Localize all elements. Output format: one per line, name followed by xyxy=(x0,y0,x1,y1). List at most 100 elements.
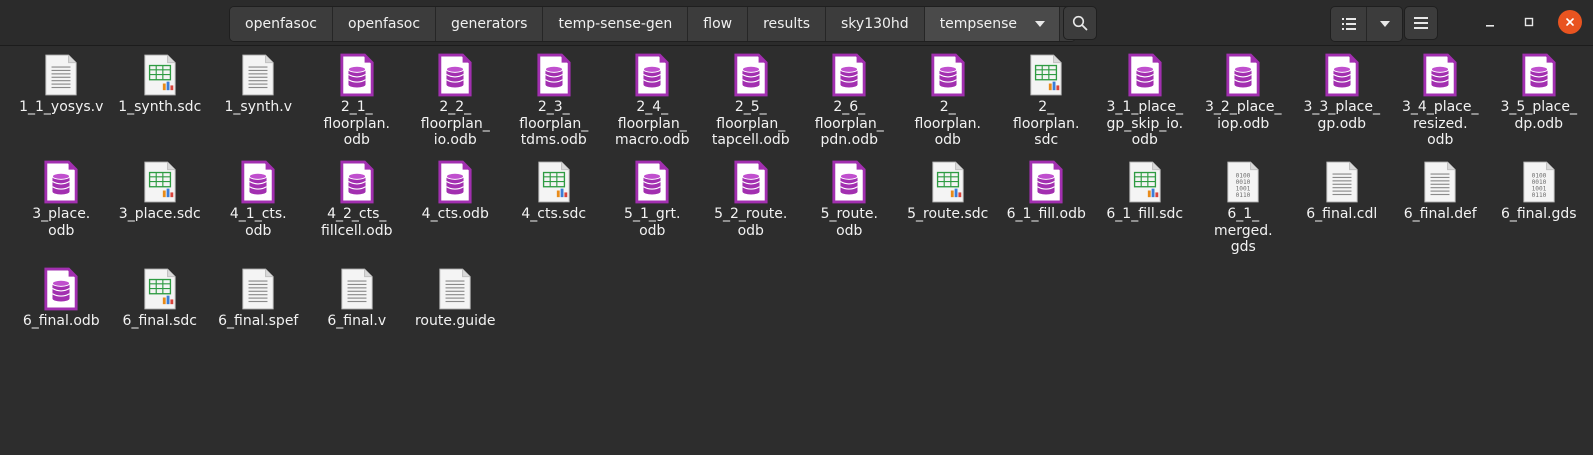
database-file-icon xyxy=(438,53,472,97)
file-icon-wrap xyxy=(142,53,178,97)
file-icon-wrap xyxy=(536,53,572,97)
file-item[interactable]: 0100 0010 1001 0110 6_final.gds xyxy=(1490,153,1589,260)
file-name-label: 4_1_cts. odb xyxy=(229,206,287,239)
file-item[interactable]: 6_final.sdc xyxy=(111,260,210,367)
minimize-button[interactable] xyxy=(1478,10,1502,34)
file-item[interactable]: route.guide xyxy=(406,260,505,367)
file-item[interactable]: 4_cts.odb xyxy=(406,153,505,260)
file-item[interactable]: 6_final.cdl xyxy=(1293,153,1392,260)
breadcrumb-item-results[interactable]: results xyxy=(748,7,827,41)
database-file-icon xyxy=(832,160,866,204)
list-view-button[interactable] xyxy=(1331,7,1366,41)
file-name-label: 6_1_ merged. gds xyxy=(1213,206,1273,255)
file-item[interactable]: 2_ floorplan. sdc xyxy=(997,46,1096,153)
file-icon-wrap xyxy=(240,267,276,311)
file-name-label: 2_2_ floorplan_ io.odb xyxy=(420,99,490,148)
maximize-button[interactable] xyxy=(1517,10,1541,34)
file-icon-wrap xyxy=(1422,53,1458,97)
spreadsheet-file-icon xyxy=(144,268,176,310)
breadcrumb-item-generators[interactable]: generators xyxy=(436,7,544,41)
menu-button[interactable] xyxy=(1404,6,1438,40)
breadcrumb: openfasoc openfasoc generators temp-sens… xyxy=(229,6,1077,42)
file-item[interactable]: 2_3_ floorplan_ tdms.odb xyxy=(505,46,604,153)
file-icon-wrap xyxy=(1324,160,1360,204)
breadcrumb-item-openfasoc-1[interactable]: openfasoc xyxy=(230,7,334,41)
file-item[interactable]: 6_1_fill.odb xyxy=(997,153,1096,260)
text-file-icon xyxy=(242,268,274,310)
view-options-button[interactable] xyxy=(1366,7,1402,41)
close-button[interactable] xyxy=(1558,10,1582,34)
file-name-label: 5_2_route. odb xyxy=(714,206,788,239)
database-file-icon xyxy=(734,53,768,97)
file-icon-wrap xyxy=(437,160,473,204)
file-item[interactable]: 4_1_cts. odb xyxy=(209,153,308,260)
file-item[interactable]: 3_1_place_ gp_skip_io. odb xyxy=(1096,46,1195,153)
file-icon-wrap xyxy=(831,53,867,97)
file-item[interactable]: 1_synth.sdc xyxy=(111,46,210,153)
file-item[interactable]: 2_4_ floorplan_ macro.odb xyxy=(603,46,702,153)
file-item[interactable]: 0100 0010 1001 0110 6_1_ merged. gds xyxy=(1194,153,1293,260)
file-item[interactable]: 4_cts.sdc xyxy=(505,153,604,260)
spreadsheet-file-icon xyxy=(932,161,964,203)
database-file-icon xyxy=(832,53,866,97)
file-item[interactable]: 6_1_fill.sdc xyxy=(1096,153,1195,260)
spreadsheet-file-icon xyxy=(1030,54,1062,96)
file-item[interactable]: 1_1_yosys.v xyxy=(12,46,111,153)
file-name-label: 6_final.v xyxy=(327,313,387,329)
file-name-label: route.guide xyxy=(414,313,496,329)
file-icon-wrap xyxy=(240,160,276,204)
file-item[interactable]: 3_place. odb xyxy=(12,153,111,260)
file-icon-wrap xyxy=(142,267,178,311)
breadcrumb-item-openfasoc-2[interactable]: openfasoc xyxy=(333,7,437,41)
file-item[interactable]: 2_1_ floorplan. odb xyxy=(308,46,407,153)
breadcrumb-item-flow[interactable]: flow xyxy=(688,7,749,41)
file-item[interactable]: 3_4_place_ resized. odb xyxy=(1391,46,1490,153)
file-item[interactable]: 4_2_cts_ fillcell.odb xyxy=(308,153,407,260)
file-icon-wrap xyxy=(1225,53,1261,97)
file-item[interactable]: 3_place.sdc xyxy=(111,153,210,260)
file-icon-wrap xyxy=(1422,160,1458,204)
binary-file-icon: 0100001010010110 xyxy=(1227,161,1259,203)
search-button[interactable] xyxy=(1063,6,1097,40)
file-icon-wrap xyxy=(1127,160,1163,204)
file-item[interactable]: 5_1_grt. odb xyxy=(603,153,702,260)
minimize-icon xyxy=(1486,25,1494,27)
file-name-label: 2_4_ floorplan_ macro.odb xyxy=(615,99,690,148)
breadcrumb-item-tempsense[interactable]: tempsense xyxy=(924,7,1061,41)
file-item[interactable]: 3_2_place_ iop.odb xyxy=(1194,46,1293,153)
file-item[interactable]: 5_route. odb xyxy=(800,153,899,260)
breadcrumb-item-temp-sense-gen[interactable]: temp-sense-gen xyxy=(543,7,689,41)
breadcrumb-current-label: tempsense xyxy=(939,16,1018,32)
file-item[interactable]: 3_3_place_ gp.odb xyxy=(1293,46,1392,153)
file-name-label: 6_final.odb xyxy=(22,313,100,329)
file-item[interactable]: 2_2_ floorplan_ io.odb xyxy=(406,46,505,153)
file-item[interactable]: 2_6_ floorplan_ pdn.odb xyxy=(800,46,899,153)
file-item[interactable]: 6_final.def xyxy=(1391,153,1490,260)
file-name-label: 1_synth.v xyxy=(224,99,292,115)
file-name-label: 6_final.cdl xyxy=(1306,206,1378,222)
file-icon-wrap xyxy=(339,160,375,204)
file-item[interactable]: 6_final.spef xyxy=(209,260,308,367)
text-file-icon xyxy=(1424,161,1456,203)
file-item[interactable]: 5_route.sdc xyxy=(899,153,998,260)
file-name-label: 2_3_ floorplan_ tdms.odb xyxy=(519,99,589,148)
file-name-label: 2_6_ floorplan_ pdn.odb xyxy=(814,99,884,148)
list-view-icon xyxy=(1341,18,1356,30)
file-item[interactable]: 2_5_ floorplan_ tapcell.odb xyxy=(702,46,801,153)
file-item[interactable]: 1_synth.v xyxy=(209,46,308,153)
file-manager-window: openfasoc openfasoc generators temp-sens… xyxy=(0,0,1593,455)
spreadsheet-file-icon xyxy=(144,161,176,203)
file-name-label: 4_2_cts_ fillcell.odb xyxy=(321,206,393,239)
file-item[interactable]: 6_final.odb xyxy=(12,260,111,367)
database-file-icon xyxy=(931,53,965,97)
file-item[interactable]: 3_5_place_ dp.odb xyxy=(1490,46,1589,153)
file-name-label: 6_final.spef xyxy=(218,313,299,329)
file-name-label: 6_final.gds xyxy=(1500,206,1577,222)
file-icon-wrap xyxy=(930,53,966,97)
text-file-icon xyxy=(45,54,77,96)
file-item[interactable]: 5_2_route. odb xyxy=(702,153,801,260)
breadcrumb-item-sky130hd[interactable]: sky130hd xyxy=(826,7,925,41)
file-item[interactable]: 6_final.v xyxy=(308,260,407,367)
binary-file-icon: 0100001010010110 xyxy=(1523,161,1555,203)
file-item[interactable]: 2_ floorplan. odb xyxy=(899,46,998,153)
